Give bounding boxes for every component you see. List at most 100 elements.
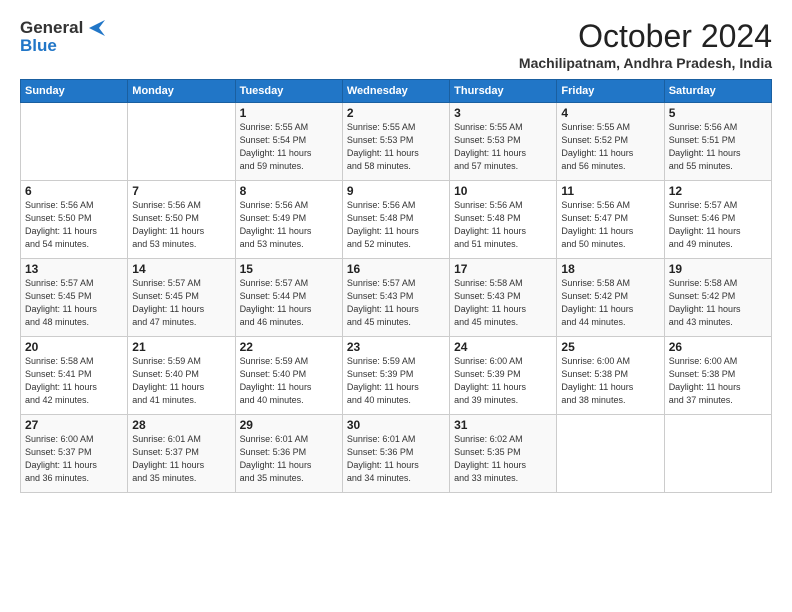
day-number: 7 — [132, 184, 230, 198]
logo-blue: Blue — [20, 36, 57, 56]
cell-info: Sunrise: 6:01 AM Sunset: 5:36 PM Dayligh… — [347, 433, 445, 485]
day-number: 21 — [132, 340, 230, 354]
day-number: 31 — [454, 418, 552, 432]
week-row-3: 13Sunrise: 5:57 AM Sunset: 5:45 PM Dayli… — [21, 259, 772, 337]
cell-info: Sunrise: 5:57 AM Sunset: 5:44 PM Dayligh… — [240, 277, 338, 329]
calendar-cell: 11Sunrise: 5:56 AM Sunset: 5:47 PM Dayli… — [557, 181, 664, 259]
calendar-cell: 23Sunrise: 5:59 AM Sunset: 5:39 PM Dayli… — [342, 337, 449, 415]
calendar-cell — [557, 415, 664, 493]
header-day-tuesday: Tuesday — [235, 80, 342, 103]
calendar-cell: 29Sunrise: 6:01 AM Sunset: 5:36 PM Dayli… — [235, 415, 342, 493]
header: General Blue October 2024 Machilipatnam,… — [20, 18, 772, 71]
cell-info: Sunrise: 5:55 AM Sunset: 5:53 PM Dayligh… — [454, 121, 552, 173]
cell-info: Sunrise: 5:56 AM Sunset: 5:50 PM Dayligh… — [25, 199, 123, 251]
calendar-cell: 8Sunrise: 5:56 AM Sunset: 5:49 PM Daylig… — [235, 181, 342, 259]
calendar-cell: 19Sunrise: 5:58 AM Sunset: 5:42 PM Dayli… — [664, 259, 771, 337]
calendar-cell: 31Sunrise: 6:02 AM Sunset: 5:35 PM Dayli… — [450, 415, 557, 493]
day-number: 18 — [561, 262, 659, 276]
calendar-cell: 17Sunrise: 5:58 AM Sunset: 5:43 PM Dayli… — [450, 259, 557, 337]
calendar-cell: 2Sunrise: 5:55 AM Sunset: 5:53 PM Daylig… — [342, 103, 449, 181]
cell-info: Sunrise: 6:02 AM Sunset: 5:35 PM Dayligh… — [454, 433, 552, 485]
calendar-cell: 1Sunrise: 5:55 AM Sunset: 5:54 PM Daylig… — [235, 103, 342, 181]
day-number: 14 — [132, 262, 230, 276]
header-day-friday: Friday — [557, 80, 664, 103]
title-block: October 2024 Machilipatnam, Andhra Prade… — [519, 18, 772, 71]
cell-info: Sunrise: 6:00 AM Sunset: 5:38 PM Dayligh… — [669, 355, 767, 407]
header-day-saturday: Saturday — [664, 80, 771, 103]
cell-info: Sunrise: 5:56 AM Sunset: 5:48 PM Dayligh… — [454, 199, 552, 251]
cell-info: Sunrise: 6:01 AM Sunset: 5:36 PM Dayligh… — [240, 433, 338, 485]
cell-info: Sunrise: 6:00 AM Sunset: 5:39 PM Dayligh… — [454, 355, 552, 407]
day-number: 27 — [25, 418, 123, 432]
cell-info: Sunrise: 5:55 AM Sunset: 5:53 PM Dayligh… — [347, 121, 445, 173]
day-number: 4 — [561, 106, 659, 120]
cell-info: Sunrise: 5:56 AM Sunset: 5:48 PM Dayligh… — [347, 199, 445, 251]
day-number: 1 — [240, 106, 338, 120]
cell-info: Sunrise: 5:55 AM Sunset: 5:52 PM Dayligh… — [561, 121, 659, 173]
cell-info: Sunrise: 5:56 AM Sunset: 5:50 PM Dayligh… — [132, 199, 230, 251]
cell-info: Sunrise: 6:01 AM Sunset: 5:37 PM Dayligh… — [132, 433, 230, 485]
calendar-cell: 9Sunrise: 5:56 AM Sunset: 5:48 PM Daylig… — [342, 181, 449, 259]
header-day-sunday: Sunday — [21, 80, 128, 103]
cell-info: Sunrise: 6:00 AM Sunset: 5:37 PM Dayligh… — [25, 433, 123, 485]
calendar-cell: 24Sunrise: 6:00 AM Sunset: 5:39 PM Dayli… — [450, 337, 557, 415]
day-number: 17 — [454, 262, 552, 276]
calendar-cell: 20Sunrise: 5:58 AM Sunset: 5:41 PM Dayli… — [21, 337, 128, 415]
calendar-cell: 13Sunrise: 5:57 AM Sunset: 5:45 PM Dayli… — [21, 259, 128, 337]
calendar-cell: 14Sunrise: 5:57 AM Sunset: 5:45 PM Dayli… — [128, 259, 235, 337]
cell-info: Sunrise: 5:56 AM Sunset: 5:47 PM Dayligh… — [561, 199, 659, 251]
day-number: 29 — [240, 418, 338, 432]
week-row-4: 20Sunrise: 5:58 AM Sunset: 5:41 PM Dayli… — [21, 337, 772, 415]
cell-info: Sunrise: 5:58 AM Sunset: 5:42 PM Dayligh… — [561, 277, 659, 329]
calendar-cell: 15Sunrise: 5:57 AM Sunset: 5:44 PM Dayli… — [235, 259, 342, 337]
calendar-cell — [128, 103, 235, 181]
calendar-cell: 6Sunrise: 5:56 AM Sunset: 5:50 PM Daylig… — [21, 181, 128, 259]
day-number: 3 — [454, 106, 552, 120]
calendar-cell: 10Sunrise: 5:56 AM Sunset: 5:48 PM Dayli… — [450, 181, 557, 259]
cell-info: Sunrise: 5:59 AM Sunset: 5:39 PM Dayligh… — [347, 355, 445, 407]
day-number: 13 — [25, 262, 123, 276]
page: General Blue October 2024 Machilipatnam,… — [0, 0, 792, 612]
day-number: 24 — [454, 340, 552, 354]
calendar-cell: 18Sunrise: 5:58 AM Sunset: 5:42 PM Dayli… — [557, 259, 664, 337]
cell-info: Sunrise: 6:00 AM Sunset: 5:38 PM Dayligh… — [561, 355, 659, 407]
calendar-cell: 16Sunrise: 5:57 AM Sunset: 5:43 PM Dayli… — [342, 259, 449, 337]
calendar-cell: 27Sunrise: 6:00 AM Sunset: 5:37 PM Dayli… — [21, 415, 128, 493]
month-title: October 2024 — [519, 18, 772, 55]
day-number: 16 — [347, 262, 445, 276]
cell-info: Sunrise: 5:55 AM Sunset: 5:54 PM Dayligh… — [240, 121, 338, 173]
calendar-cell: 21Sunrise: 5:59 AM Sunset: 5:40 PM Dayli… — [128, 337, 235, 415]
cell-info: Sunrise: 5:59 AM Sunset: 5:40 PM Dayligh… — [240, 355, 338, 407]
calendar-cell: 26Sunrise: 6:00 AM Sunset: 5:38 PM Dayli… — [664, 337, 771, 415]
day-number: 15 — [240, 262, 338, 276]
day-number: 5 — [669, 106, 767, 120]
day-number: 12 — [669, 184, 767, 198]
day-number: 25 — [561, 340, 659, 354]
day-number: 2 — [347, 106, 445, 120]
week-row-5: 27Sunrise: 6:00 AM Sunset: 5:37 PM Dayli… — [21, 415, 772, 493]
calendar-cell: 5Sunrise: 5:56 AM Sunset: 5:51 PM Daylig… — [664, 103, 771, 181]
calendar-cell — [21, 103, 128, 181]
logo-arrow-icon — [85, 20, 105, 36]
header-row: SundayMondayTuesdayWednesdayThursdayFrid… — [21, 80, 772, 103]
calendar-cell: 3Sunrise: 5:55 AM Sunset: 5:53 PM Daylig… — [450, 103, 557, 181]
day-number: 11 — [561, 184, 659, 198]
calendar-cell: 4Sunrise: 5:55 AM Sunset: 5:52 PM Daylig… — [557, 103, 664, 181]
day-number: 20 — [25, 340, 123, 354]
day-number: 23 — [347, 340, 445, 354]
header-day-monday: Monday — [128, 80, 235, 103]
calendar-cell: 25Sunrise: 6:00 AM Sunset: 5:38 PM Dayli… — [557, 337, 664, 415]
cell-info: Sunrise: 5:56 AM Sunset: 5:51 PM Dayligh… — [669, 121, 767, 173]
cell-info: Sunrise: 5:56 AM Sunset: 5:49 PM Dayligh… — [240, 199, 338, 251]
day-number: 8 — [240, 184, 338, 198]
week-row-1: 1Sunrise: 5:55 AM Sunset: 5:54 PM Daylig… — [21, 103, 772, 181]
day-number: 10 — [454, 184, 552, 198]
day-number: 30 — [347, 418, 445, 432]
calendar-cell: 7Sunrise: 5:56 AM Sunset: 5:50 PM Daylig… — [128, 181, 235, 259]
cell-info: Sunrise: 5:57 AM Sunset: 5:43 PM Dayligh… — [347, 277, 445, 329]
day-number: 28 — [132, 418, 230, 432]
cell-info: Sunrise: 5:57 AM Sunset: 5:46 PM Dayligh… — [669, 199, 767, 251]
cell-info: Sunrise: 5:58 AM Sunset: 5:42 PM Dayligh… — [669, 277, 767, 329]
location: Machilipatnam, Andhra Pradesh, India — [519, 55, 772, 71]
calendar-table: SundayMondayTuesdayWednesdayThursdayFrid… — [20, 79, 772, 493]
